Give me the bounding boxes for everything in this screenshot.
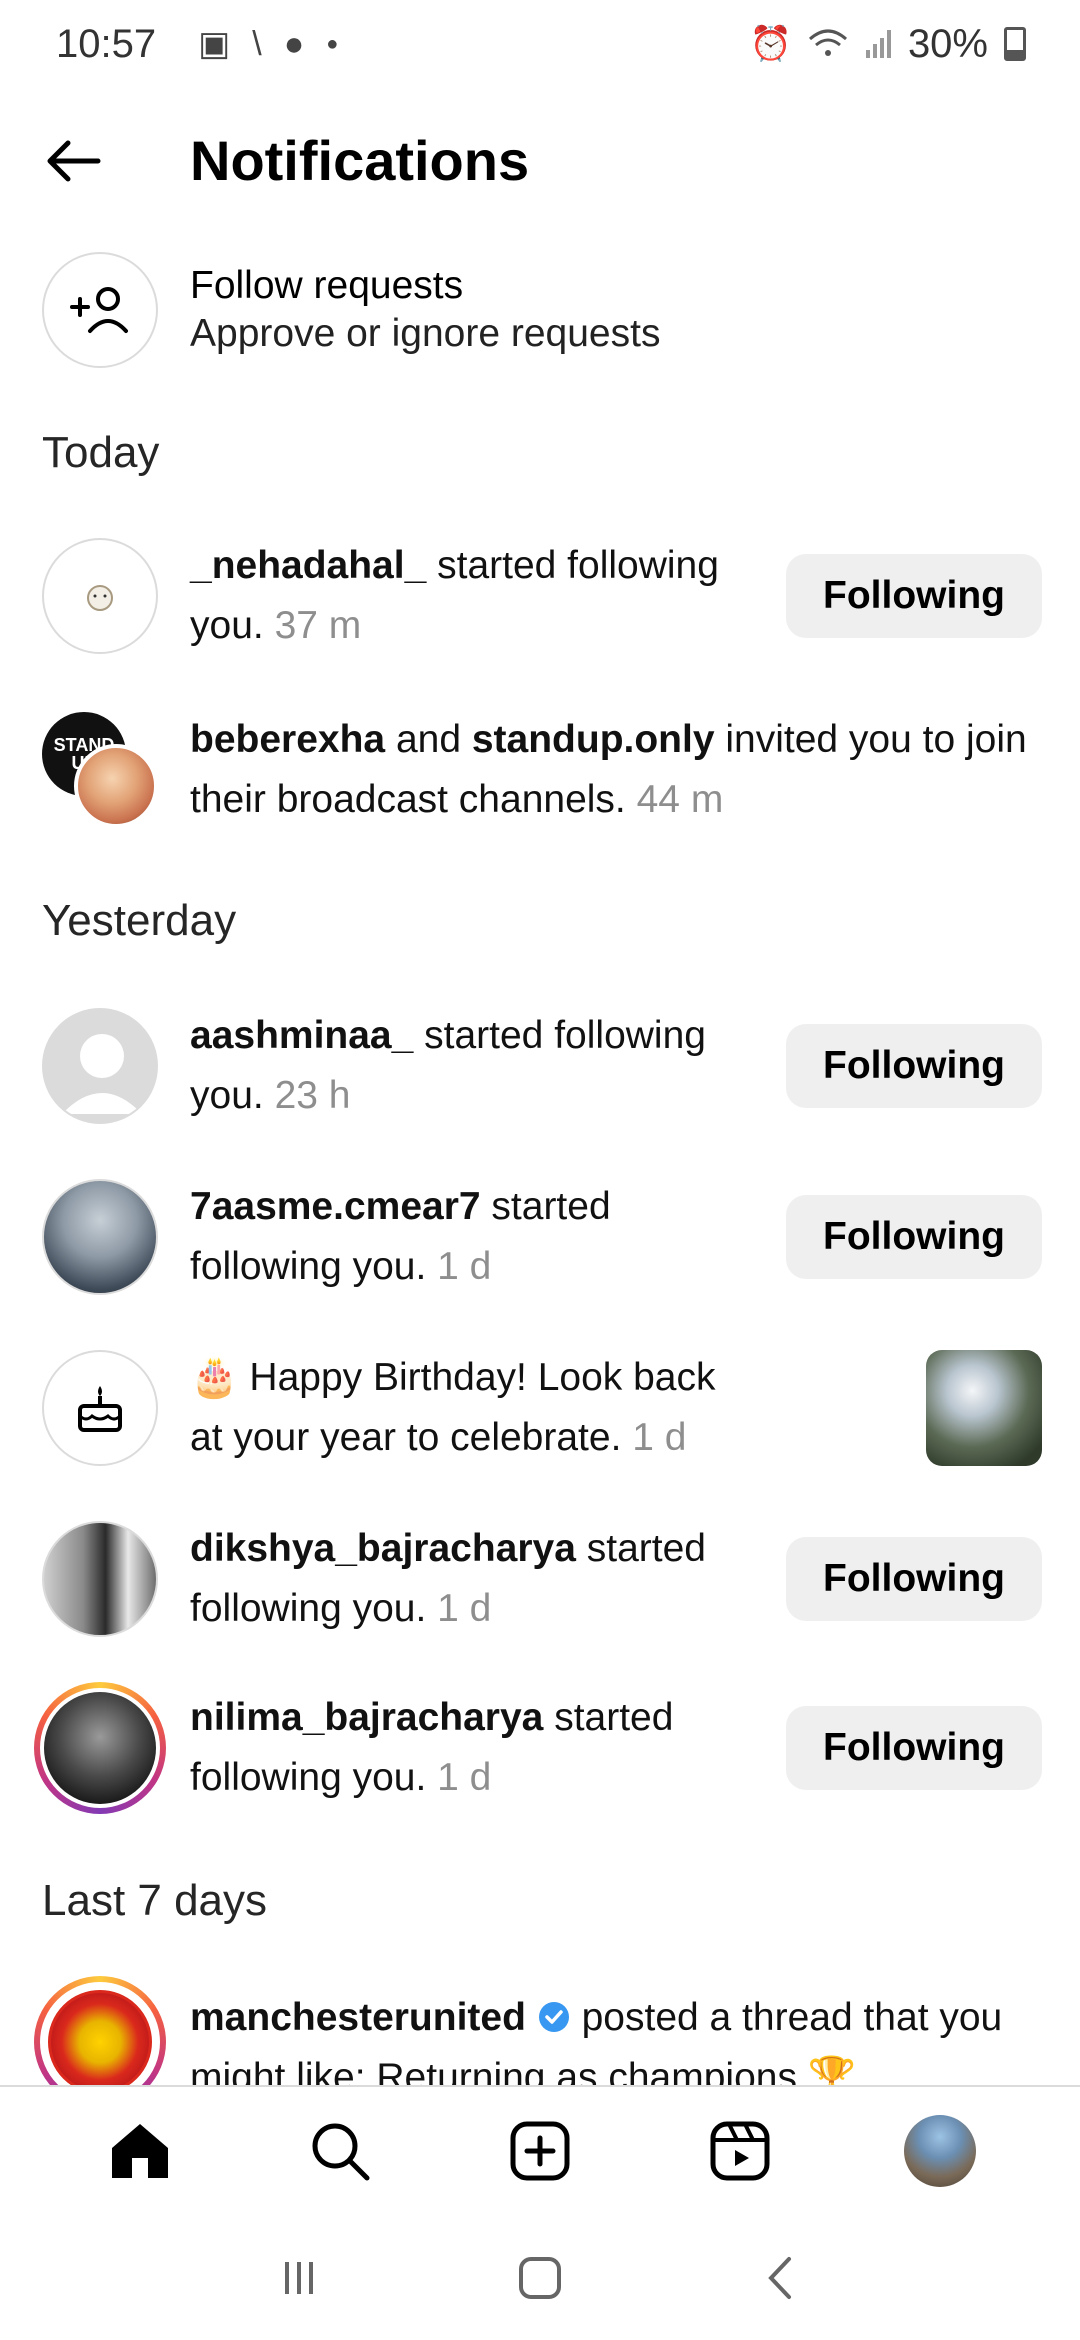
cell-signal-icon	[865, 30, 891, 58]
notification-row[interactable]: _nehadahal_ started following you. 37 m …	[42, 536, 1042, 656]
avatar-group[interactable]: STAND UP	[42, 712, 158, 828]
notification-message: and	[385, 718, 472, 761]
avatar[interactable]	[42, 1179, 158, 1295]
home-icon[interactable]	[102, 2113, 178, 2189]
following-button[interactable]: Following	[786, 1024, 1042, 1108]
following-button[interactable]: Following	[786, 554, 1042, 638]
notification-text: nilima_bajracharya started following you…	[190, 1688, 745, 1808]
notification-text: beberexha and standup.only invited you t…	[190, 710, 1040, 830]
notification-row[interactable]: 7aasme.cmear7 started following you. 1 d…	[42, 1177, 1042, 1297]
avatar[interactable]	[42, 1008, 158, 1124]
back-arrow-icon[interactable]	[40, 128, 106, 194]
timestamp: 37 m	[274, 604, 362, 647]
avatar	[44, 1692, 156, 1804]
notification-icon: ▣	[198, 25, 231, 63]
timestamp: 1 d	[437, 1245, 492, 1288]
manchester-united-crest	[48, 1990, 152, 2094]
username[interactable]: nilima_bajracharya	[190, 1696, 543, 1739]
notification-text: dikshya_bajracharya started following yo…	[190, 1519, 745, 1639]
section-heading-yesterday: Yesterday	[42, 896, 237, 945]
notification-row[interactable]: 🎂 Happy Birthday! Look back at your year…	[42, 1348, 1042, 1468]
username[interactable]: beberexha	[190, 718, 385, 761]
add-person-icon	[42, 252, 158, 368]
timestamp: 23 h	[274, 1074, 351, 1117]
create-icon[interactable]	[502, 2113, 578, 2189]
recent-apps-icon[interactable]	[279, 2258, 319, 2298]
birthday-cake-icon	[42, 1350, 158, 1466]
app-icon: ●	[283, 24, 305, 63]
status-bar: 10:57 ▣ \ ● ● ⏰ 30%	[0, 0, 1080, 88]
status-right: ⏰ 30%	[750, 22, 1026, 67]
avatar[interactable]	[42, 538, 158, 654]
notification-row[interactable]: STAND UP beberexha and standup.only invi…	[42, 710, 1042, 830]
username[interactable]: standup.only	[472, 718, 715, 761]
header: Notifications	[0, 110, 1080, 210]
battery-percent: 30%	[907, 21, 988, 66]
profile-avatar[interactable]	[902, 2113, 978, 2189]
following-button[interactable]: Following	[786, 1195, 1042, 1279]
notification-text: _nehadahal_ started following you. 37 m	[190, 536, 745, 656]
cake-emoji: 🎂	[190, 1356, 239, 1399]
home-button-icon[interactable]	[517, 2255, 563, 2301]
notification-text: 🎂 Happy Birthday! Look back at your year…	[190, 1348, 745, 1468]
username[interactable]: dikshya_bajracharya	[190, 1527, 576, 1570]
battery-icon	[1004, 27, 1026, 61]
following-button[interactable]: Following	[786, 1537, 1042, 1621]
avatar[interactable]	[42, 1521, 158, 1637]
username[interactable]: 7aasme.cmear7	[190, 1185, 481, 1228]
timestamp: 1 d	[632, 1416, 687, 1459]
notification-text: aashminaa_ started following you. 23 h	[190, 1006, 745, 1126]
username[interactable]: aashminaa_	[190, 1014, 413, 1057]
verified-badge-icon	[538, 2002, 569, 2032]
section-heading-last-7-days: Last 7 days	[42, 1876, 268, 1925]
following-button[interactable]: Following	[786, 1706, 1042, 1790]
page-title: Notifications	[190, 128, 530, 192]
status-time: 10:57	[56, 21, 157, 66]
follow-requests-row[interactable]: Follow requests Approve or ignore reques…	[42, 252, 1042, 368]
notification-text: 7aasme.cmear7 started following you. 1 d	[190, 1177, 745, 1297]
wifi-icon	[808, 29, 847, 56]
username[interactable]: manchesterunited	[190, 1996, 526, 2039]
search-icon[interactable]	[302, 2113, 378, 2189]
alarm-icon: ⏰	[749, 25, 792, 63]
story-ring[interactable]	[34, 1682, 166, 1814]
section-heading-today: Today	[42, 428, 160, 477]
timestamp: 1 d	[437, 1756, 492, 1799]
signal-slash-icon: \	[252, 24, 262, 63]
system-navigation-bar	[0, 2215, 1080, 2340]
notification-row[interactable]: nilima_bajracharya started following you…	[34, 1682, 1042, 1814]
notification-row[interactable]: aashminaa_ started following you. 23 h F…	[42, 1006, 1042, 1126]
timestamp: 1 d	[437, 1587, 492, 1630]
status-left: 10:57 ▣ \ ● ●	[56, 22, 338, 67]
avatar	[74, 744, 158, 828]
follow-requests-text: Follow requests Approve or ignore reques…	[190, 262, 660, 358]
dot-icon: ●	[326, 32, 339, 55]
timestamp: 44 m	[636, 778, 724, 821]
reels-icon[interactable]	[702, 2113, 778, 2189]
post-thumbnail[interactable]	[926, 1350, 1042, 1466]
follow-requests-title: Follow requests	[190, 264, 464, 307]
notification-row[interactable]: dikshya_bajracharya started following yo…	[42, 1519, 1042, 1639]
back-icon[interactable]	[761, 2255, 801, 2301]
username[interactable]: _nehadahal_	[190, 544, 426, 587]
follow-requests-subtitle: Approve or ignore requests	[190, 312, 661, 355]
bottom-nav	[0, 2085, 1080, 2215]
